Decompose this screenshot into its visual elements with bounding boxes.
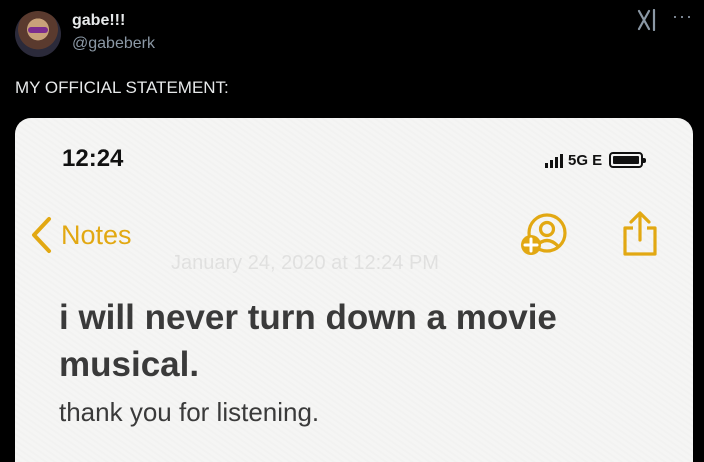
network-label: 5G E bbox=[568, 152, 603, 169]
status-bar-icons: 5G E bbox=[545, 150, 647, 169]
avatar-sunglasses bbox=[28, 27, 48, 33]
tweet-text: MY OFFICIAL STATEMENT: bbox=[15, 78, 229, 97]
more-icon[interactable]: ··· bbox=[672, 6, 693, 27]
avatar[interactable] bbox=[15, 11, 61, 57]
share-icon[interactable] bbox=[619, 210, 661, 258]
signal-icon bbox=[545, 154, 563, 168]
battery-icon bbox=[609, 152, 647, 168]
display-name[interactable]: gabe!!! bbox=[72, 12, 125, 30]
add-person-icon[interactable] bbox=[519, 213, 569, 259]
grok-icon[interactable] bbox=[636, 9, 662, 31]
back-button-label: Notes bbox=[61, 219, 132, 250]
chevron-left-icon bbox=[32, 217, 51, 253]
note-title: i will never turn down a movie musical. bbox=[59, 298, 557, 384]
status-bar-time: 12:24 bbox=[62, 145, 124, 172]
note-date: January 24, 2020 at 12:24 PM bbox=[171, 252, 439, 274]
tweet-media-image[interactable]: 12:24 5G E Notes January 24, 2020 at 12:… bbox=[15, 118, 693, 462]
note-body: thank you for listening. bbox=[59, 397, 320, 427]
user-handle[interactable]: @gabeberk bbox=[72, 35, 155, 53]
back-to-notes-button[interactable]: Notes bbox=[29, 215, 132, 255]
